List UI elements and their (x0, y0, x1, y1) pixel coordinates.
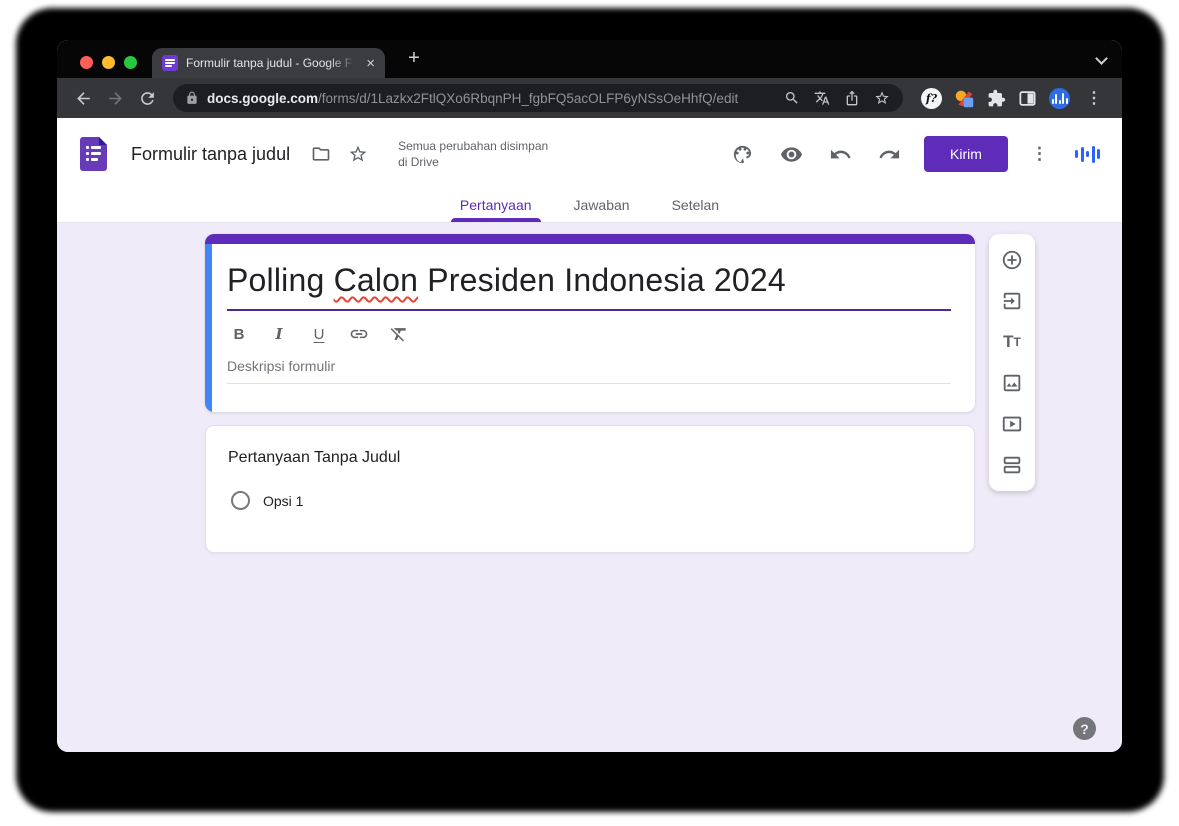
browser-menu-kebab-icon[interactable]: ⋮ (1082, 88, 1106, 108)
bookmark-star-icon[interactable] (871, 87, 893, 109)
close-window-button[interactable] (80, 56, 93, 69)
italic-button[interactable]: I (267, 322, 291, 346)
titlebar: Formulir tanpa judul - Google F × + (57, 40, 1122, 78)
lock-icon (187, 91, 197, 104)
text-format-toolbar: B I U (227, 322, 951, 346)
forms-logo-icon[interactable] (80, 137, 107, 171)
back-icon[interactable] (69, 84, 97, 112)
save-status-line2: di Drive (398, 155, 439, 169)
translate-icon[interactable] (811, 87, 833, 109)
f-extension-icon[interactable]: f? (921, 87, 942, 109)
question-title[interactable]: Pertanyaan Tanpa Judul (228, 449, 950, 467)
misspelled-word: Calon (333, 262, 419, 298)
minimize-window-button[interactable] (102, 56, 115, 69)
add-image-icon[interactable] (1000, 371, 1024, 395)
forward-icon[interactable] (101, 84, 129, 112)
url-domain: docs.google.com (207, 90, 319, 106)
browser-tab[interactable]: Formulir tanpa judul - Google F × (152, 48, 385, 78)
url-text: docs.google.com/forms/d/1Lazkx2FtlQXo6Rb… (207, 91, 773, 106)
insert-link-icon[interactable] (347, 322, 371, 346)
audio-bars-icon (1075, 144, 1100, 164)
send-button[interactable]: Kirim (924, 136, 1008, 172)
forms-favicon-icon (162, 55, 178, 71)
editor-side-toolbar: TT (989, 234, 1035, 491)
url-path: /forms/d/1Lazkx2FtlQXo6RbqnPH_fgbFQ5acOL… (318, 90, 739, 106)
new-tab-button[interactable]: + (401, 46, 427, 72)
tab-search-chevron-icon[interactable] (1095, 52, 1108, 65)
star-icon[interactable] (346, 142, 370, 166)
form-title-card[interactable]: Polling Calon Presiden Indonesia 2024 B … (205, 234, 975, 412)
browser-toolbar: docs.google.com/forms/d/1Lazkx2FtlQXo6Rb… (57, 78, 1122, 118)
form-description-placeholder[interactable]: Deskripsi formulir (227, 358, 951, 384)
form-title-input[interactable]: Polling Calon Presiden Indonesia 2024 (227, 262, 951, 311)
search-icon[interactable] (781, 87, 803, 109)
document-title[interactable]: Formulir tanpa judul (131, 144, 290, 165)
option-label[interactable]: Opsi 1 (263, 493, 303, 509)
side-panel-icon[interactable] (1018, 89, 1037, 108)
tab-title: Formulir tanpa judul - Google F (186, 56, 353, 70)
help-button[interactable]: ? (1073, 717, 1096, 740)
extensions-puzzle-icon[interactable] (987, 89, 1006, 108)
tab-pertanyaan[interactable]: Pertanyaan (450, 190, 541, 222)
clear-formatting-icon[interactable] (387, 322, 411, 346)
traffic-lights (80, 56, 137, 69)
underline-button[interactable]: U (307, 322, 331, 346)
forms-header: Formulir tanpa judul Semua perubahan dis… (57, 118, 1122, 190)
card-selected-indicator: Polling Calon Presiden Indonesia 2024 B … (205, 244, 975, 412)
url-bar[interactable]: docs.google.com/forms/d/1Lazkx2FtlQXo6Rb… (173, 84, 903, 112)
tab-setelan[interactable]: Setelan (663, 190, 728, 222)
forms-menu-kebab-icon[interactable]: ⋮ (1029, 144, 1050, 164)
tab-close-icon[interactable]: × (366, 56, 375, 71)
forms-nav-tabs: Pertanyaan Jawaban Setelan (57, 190, 1122, 223)
share-icon[interactable] (841, 87, 863, 109)
save-status-line1: Semua perubahan disimpan (398, 139, 549, 153)
zoom-window-button[interactable] (124, 56, 137, 69)
screenshot-stage: Formulir tanpa judul - Google F × + docs… (0, 0, 1179, 826)
preview-eye-icon[interactable] (779, 142, 803, 166)
undo-icon[interactable] (828, 142, 852, 166)
tab-jawaban[interactable]: Jawaban (565, 190, 639, 222)
import-questions-icon[interactable] (1000, 289, 1024, 313)
bold-button[interactable]: B (227, 322, 251, 346)
add-video-icon[interactable] (1000, 412, 1024, 436)
radio-icon[interactable] (231, 491, 250, 510)
card-theme-bar (205, 234, 975, 244)
move-folder-icon[interactable] (309, 142, 333, 166)
add-section-icon[interactable] (1000, 453, 1024, 477)
browser-window: Formulir tanpa judul - Google F × + docs… (57, 40, 1122, 752)
save-status: Semua perubahan disimpan di Drive (398, 138, 548, 170)
form-editor-canvas: Polling Calon Presiden Indonesia 2024 B … (57, 223, 1122, 752)
add-title-description-icon[interactable]: TT (1000, 330, 1024, 354)
question-option-row[interactable]: Opsi 1 (228, 491, 950, 510)
add-question-icon[interactable] (1000, 248, 1024, 272)
paint-extension-icon[interactable] (954, 88, 975, 109)
reload-icon[interactable] (133, 84, 161, 112)
theme-palette-icon[interactable] (730, 142, 754, 166)
extensions-row: f? ⋮ (913, 87, 1110, 109)
redo-icon[interactable] (877, 142, 901, 166)
question-card[interactable]: Pertanyaan Tanpa Judul Opsi 1 (205, 425, 975, 553)
forms-header-actions: Kirim ⋮ (730, 136, 1100, 172)
audio-extension-icon[interactable] (1049, 87, 1070, 109)
